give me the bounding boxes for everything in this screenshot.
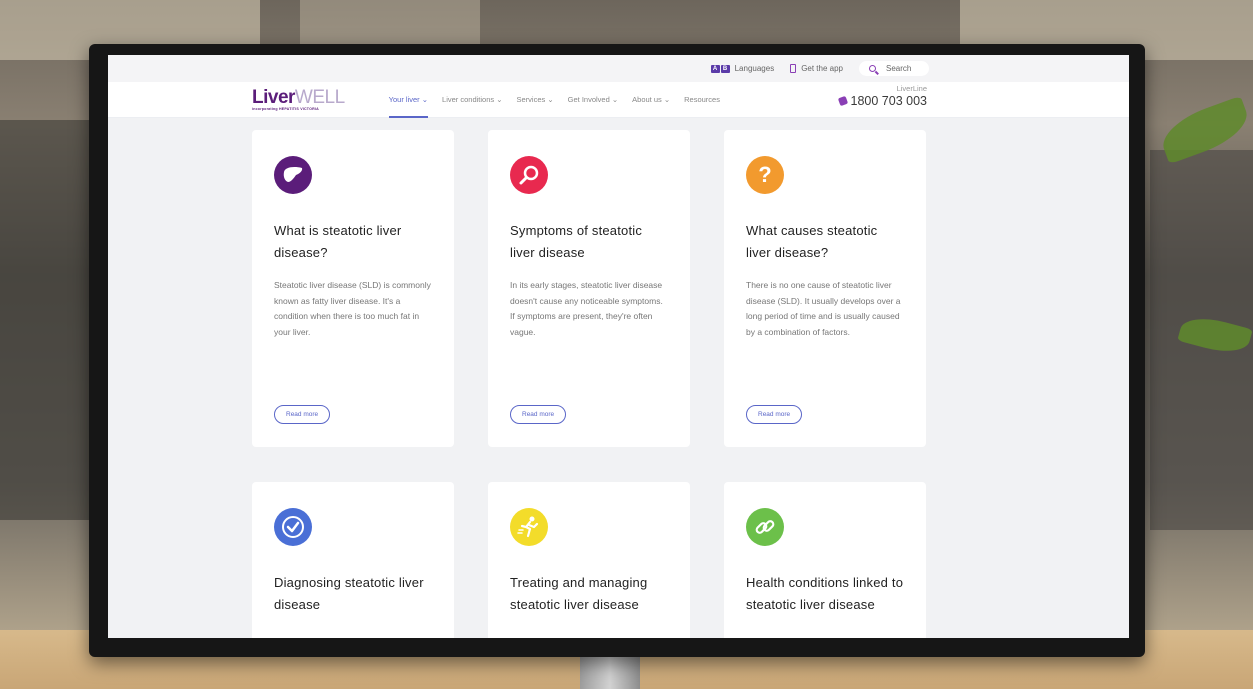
card-symptoms[interactable]: Symptoms of steatotic liver disease In i… bbox=[488, 130, 690, 447]
get-app-link[interactable]: Get the app bbox=[790, 64, 843, 73]
search-label: Search bbox=[886, 64, 912, 73]
card-body: In its early stages, steatotic liver dis… bbox=[510, 280, 663, 337]
nav-item-resources[interactable]: Resources bbox=[684, 82, 720, 118]
nav-menu: Your liver ⌄ Liver conditions ⌄ Services… bbox=[388, 82, 720, 118]
utility-bar: A B Languages Get the app Search bbox=[108, 55, 1129, 82]
question-icon: ? bbox=[746, 156, 784, 194]
magnifier-icon bbox=[510, 156, 548, 194]
logo-well-text: WELL bbox=[294, 86, 345, 108]
search-button[interactable]: Search bbox=[859, 61, 929, 76]
liverline-number: 1800 703 003 bbox=[850, 94, 927, 108]
mobile-phone-icon bbox=[790, 64, 797, 73]
card-title: Symptoms of steatotic liver disease bbox=[510, 223, 643, 260]
nav-item-your-liver[interactable]: Your liver ⌄ bbox=[388, 82, 429, 118]
card-title: Diagnosing steatotic liver disease bbox=[274, 575, 424, 612]
liverline-label: LiverLine bbox=[896, 84, 927, 93]
card-title: What is steatotic liver disease? bbox=[274, 223, 402, 260]
card-diagnosing[interactable]: Diagnosing steatotic liver disease bbox=[252, 482, 454, 638]
card-title: Health conditions linked to steatotic li… bbox=[746, 575, 904, 612]
nav-item-about-us[interactable]: About us ⌄ bbox=[632, 82, 670, 118]
runner-icon bbox=[510, 508, 548, 546]
card-title: Treating and managing steatotic liver di… bbox=[510, 575, 648, 612]
card-body: Steatotic liver disease (SLD) is commonl… bbox=[274, 280, 431, 337]
logo-subtitle: incorporating HEPATITIS VICTORIA bbox=[252, 106, 319, 111]
logo-liver-text: Liver bbox=[252, 86, 295, 108]
website-screen: A B Languages Get the app Search LiverWE… bbox=[108, 55, 1129, 638]
liverwell-logo[interactable]: LiverWELL incorporating HEPATITIS VICTOR… bbox=[252, 86, 345, 111]
nav-item-services[interactable]: Services ⌄ bbox=[517, 82, 554, 118]
languages-label: Languages bbox=[734, 64, 775, 73]
read-more-button[interactable]: Read more bbox=[274, 405, 331, 424]
nav-item-liver-conditions[interactable]: Liver conditions ⌄ bbox=[442, 82, 502, 118]
liver-icon bbox=[274, 156, 312, 194]
read-more-button[interactable]: Read more bbox=[510, 405, 567, 424]
get-app-label: Get the app bbox=[801, 64, 843, 73]
card-causes[interactable]: ? What causes steatotic liver disease? T… bbox=[724, 130, 926, 447]
card-body: There is no one cause of steatotic liver… bbox=[746, 280, 901, 337]
phone-icon bbox=[837, 95, 848, 107]
checkmark-icon bbox=[274, 508, 312, 546]
search-icon bbox=[869, 65, 876, 72]
languages-icon: A B bbox=[710, 64, 730, 73]
nav-item-get-involved[interactable]: Get Involved ⌄ bbox=[568, 82, 618, 118]
card-health-conditions[interactable]: Health conditions linked to steatotic li… bbox=[724, 482, 926, 638]
card-title: What causes steatotic liver disease? bbox=[746, 223, 878, 260]
languages-link[interactable]: A B Languages bbox=[710, 64, 775, 73]
card-treating[interactable]: Treating and managing steatotic liver di… bbox=[488, 482, 690, 638]
card-what-is-sld[interactable]: What is steatotic liver disease? Steatot… bbox=[252, 130, 454, 447]
main-navigation: LiverWELL incorporating HEPATITIS VICTOR… bbox=[108, 82, 1129, 118]
liverline-contact[interactable]: LiverLine 1800 703 003 bbox=[837, 84, 927, 108]
link-icon bbox=[746, 508, 784, 546]
read-more-button[interactable]: Read more bbox=[746, 405, 803, 424]
